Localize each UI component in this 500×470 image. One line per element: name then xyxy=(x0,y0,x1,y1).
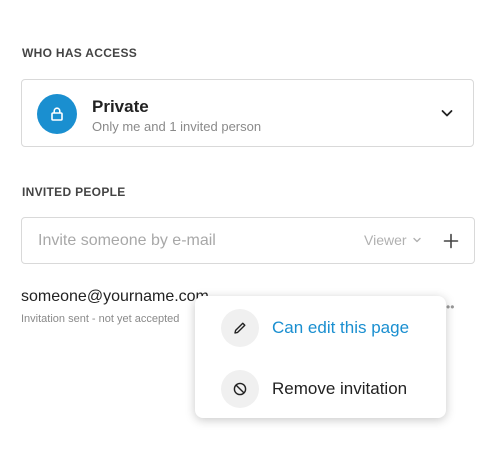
access-level-title: Private xyxy=(92,97,149,116)
chevron-down-icon xyxy=(412,237,421,243)
lock-icon xyxy=(37,94,77,134)
invited-person-email: someone@yourname.com xyxy=(21,288,209,305)
share-settings-panel: WHO HAS ACCESS Private Only me and 1 inv… xyxy=(0,0,500,470)
block-icon xyxy=(221,370,259,408)
access-level-dropdown[interactable]: Private Only me and 1 invited person xyxy=(21,79,474,147)
invite-email-input[interactable] xyxy=(38,229,338,253)
invite-box: Viewer xyxy=(21,217,475,264)
menu-item-label: Can edit this page xyxy=(272,318,410,337)
more-options-icon[interactable]: •• xyxy=(446,300,454,314)
role-select-label: Viewer xyxy=(364,232,407,248)
invitation-context-menu: Can edit this page Remove invitation xyxy=(195,296,446,418)
access-level-description: Only me and 1 invited person xyxy=(92,119,262,134)
plus-icon xyxy=(443,233,459,249)
pencil-icon xyxy=(221,309,259,347)
menu-item-can-edit[interactable]: Can edit this page xyxy=(195,303,446,353)
add-invite-button[interactable] xyxy=(440,230,462,252)
menu-item-remove-invitation[interactable]: Remove invitation xyxy=(195,364,446,414)
role-select[interactable]: Viewer xyxy=(364,232,422,248)
chevron-down-icon xyxy=(441,110,453,117)
invitation-status: Invitation sent - not yet accepted xyxy=(21,313,180,325)
menu-item-label: Remove invitation xyxy=(272,379,408,398)
who-has-access-label: WHO HAS ACCESS xyxy=(22,46,138,60)
invited-people-label: INVITED PEOPLE xyxy=(22,185,126,199)
